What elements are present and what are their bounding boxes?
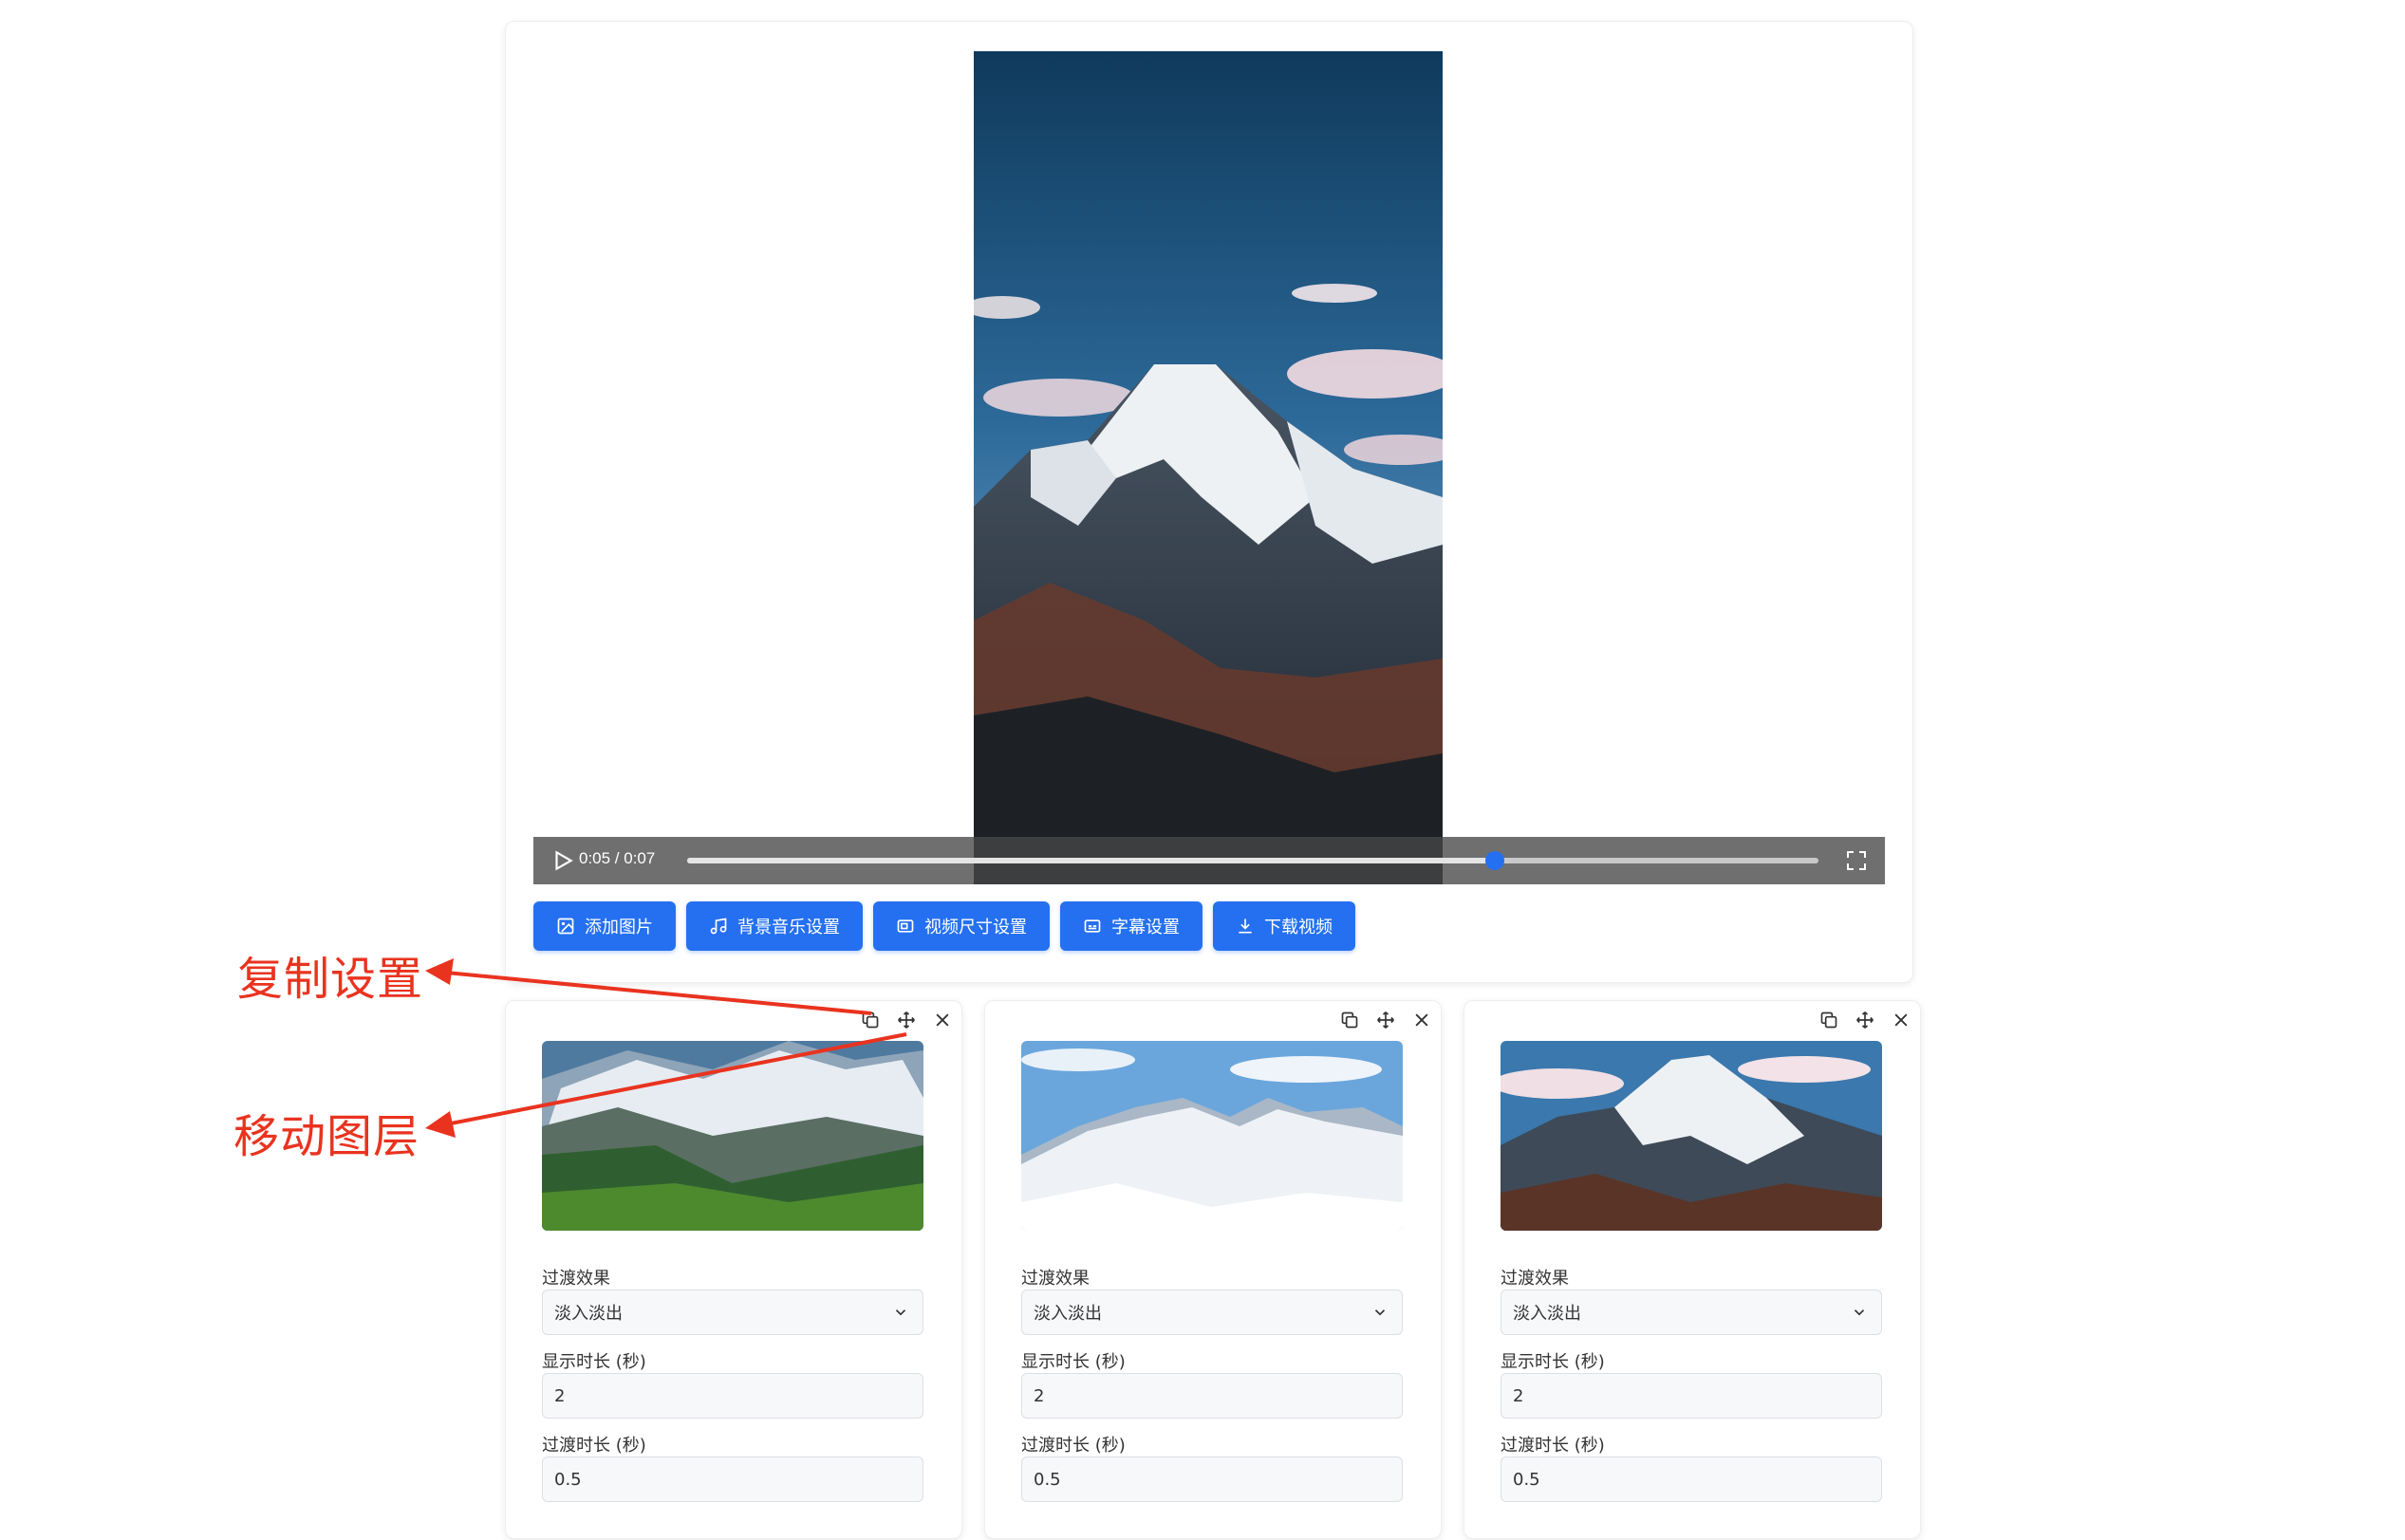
add-image-button[interactable]: 添加图片 bbox=[533, 901, 676, 951]
layer-card: 过渡效果 淡入淡出 显示时长 (秒) 2 过渡时长 (秒) 0.5 bbox=[1464, 1000, 1921, 1539]
layer-card: 过渡效果 淡入淡出 显示时长 (秒) 2 过渡时长 (秒) 0.5 bbox=[505, 1000, 962, 1539]
transition-select[interactable]: 淡入淡出 bbox=[1501, 1290, 1882, 1335]
copy-icon[interactable] bbox=[1338, 1009, 1361, 1031]
transition-duration-value: 0.5 bbox=[1513, 1469, 1540, 1490]
close-icon[interactable] bbox=[931, 1009, 954, 1031]
move-icon[interactable] bbox=[1854, 1009, 1876, 1031]
transition-label: 过渡效果 bbox=[1501, 1269, 1569, 1289]
duration-label: 显示时长 (秒) bbox=[542, 1352, 646, 1372]
bg-music-label: 背景音乐设置 bbox=[737, 918, 840, 937]
move-icon[interactable] bbox=[1374, 1009, 1397, 1031]
progress-slider[interactable] bbox=[687, 851, 1818, 870]
duration-label: 显示时长 (秒) bbox=[1021, 1352, 1126, 1372]
layer-thumbnail bbox=[542, 1041, 923, 1231]
subtitle-button[interactable]: 字幕设置 bbox=[1060, 901, 1202, 951]
subtitle-label: 字幕设置 bbox=[1111, 918, 1180, 937]
resize-icon bbox=[897, 919, 914, 933]
transition-duration-label: 过渡时长 (秒) bbox=[1501, 1436, 1605, 1456]
duration-value: 2 bbox=[1034, 1385, 1045, 1406]
toolbar: 添加图片 背景音乐设置 视频尺寸设置 字幕设置 下载视频 bbox=[533, 901, 1355, 953]
arrow-head-move bbox=[425, 1111, 456, 1138]
chevron-down-icon bbox=[895, 1309, 906, 1316]
video-size-button[interactable]: 视频尺寸设置 bbox=[873, 901, 1050, 951]
close-icon[interactable] bbox=[1410, 1009, 1433, 1031]
subtitles-icon bbox=[1084, 919, 1101, 933]
add-image-label: 添加图片 bbox=[585, 918, 653, 937]
video-size-label: 视频尺寸设置 bbox=[924, 918, 1027, 937]
duration-input[interactable]: 2 bbox=[542, 1373, 923, 1419]
annotation-copy-settings: 复制设置 bbox=[237, 953, 424, 1006]
transition-value: 淡入淡出 bbox=[1034, 1304, 1102, 1324]
video-image bbox=[974, 51, 1443, 884]
bg-music-button[interactable]: 背景音乐设置 bbox=[686, 901, 863, 951]
arrow-head-copy bbox=[425, 958, 454, 985]
player-controls: 0:05 / 0:07 bbox=[533, 837, 1885, 884]
transition-label: 过渡效果 bbox=[1021, 1269, 1090, 1289]
progress-thumb[interactable] bbox=[1485, 851, 1505, 870]
transition-label: 过渡效果 bbox=[542, 1269, 610, 1289]
transition-value: 淡入淡出 bbox=[1513, 1304, 1581, 1324]
video-frame bbox=[974, 51, 1443, 884]
annotation-move-layer: 移动图层 bbox=[233, 1110, 420, 1163]
duration-value: 2 bbox=[1513, 1385, 1524, 1406]
copy-icon[interactable] bbox=[1818, 1009, 1840, 1031]
chevron-down-icon bbox=[1854, 1309, 1865, 1316]
play-icon[interactable] bbox=[550, 848, 575, 873]
add-image-icon bbox=[557, 918, 574, 935]
transition-duration-input[interactable]: 0.5 bbox=[542, 1457, 923, 1502]
layer-thumbnail bbox=[1021, 1041, 1403, 1231]
progress-fill bbox=[687, 858, 1496, 863]
download-button[interactable]: 下载视频 bbox=[1213, 901, 1355, 951]
transition-select[interactable]: 淡入淡出 bbox=[542, 1290, 923, 1335]
transition-value: 淡入淡出 bbox=[554, 1304, 623, 1324]
fullscreen-icon[interactable] bbox=[1845, 849, 1868, 872]
transition-duration-value: 0.5 bbox=[554, 1469, 582, 1490]
copy-icon[interactable] bbox=[859, 1009, 882, 1031]
chevron-down-icon bbox=[1374, 1309, 1386, 1316]
download-icon bbox=[1239, 918, 1252, 934]
transition-duration-value: 0.5 bbox=[1034, 1469, 1061, 1490]
transition-select[interactable]: 淡入淡出 bbox=[1021, 1290, 1403, 1335]
layer-thumbnail bbox=[1501, 1041, 1882, 1231]
transition-duration-label: 过渡时长 (秒) bbox=[542, 1436, 646, 1456]
layer-actions bbox=[859, 1009, 954, 1031]
duration-input[interactable]: 2 bbox=[1501, 1373, 1882, 1419]
download-label: 下载视频 bbox=[1264, 918, 1333, 937]
move-icon[interactable] bbox=[895, 1009, 918, 1031]
time-display: 0:05 / 0:07 bbox=[579, 849, 656, 867]
transition-duration-input[interactable]: 0.5 bbox=[1021, 1457, 1403, 1502]
duration-input[interactable]: 2 bbox=[1021, 1373, 1403, 1419]
layer-actions bbox=[1818, 1009, 1912, 1031]
duration-label: 显示时长 (秒) bbox=[1501, 1352, 1605, 1372]
duration-value: 2 bbox=[554, 1385, 566, 1406]
transition-duration-label: 过渡时长 (秒) bbox=[1021, 1436, 1126, 1456]
layer-actions bbox=[1338, 1009, 1433, 1031]
transition-duration-input[interactable]: 0.5 bbox=[1501, 1457, 1882, 1502]
layer-card: 过渡效果 淡入淡出 显示时长 (秒) 2 过渡时长 (秒) 0.5 bbox=[984, 1000, 1442, 1539]
music-icon bbox=[710, 918, 727, 935]
close-icon[interactable] bbox=[1890, 1009, 1912, 1031]
